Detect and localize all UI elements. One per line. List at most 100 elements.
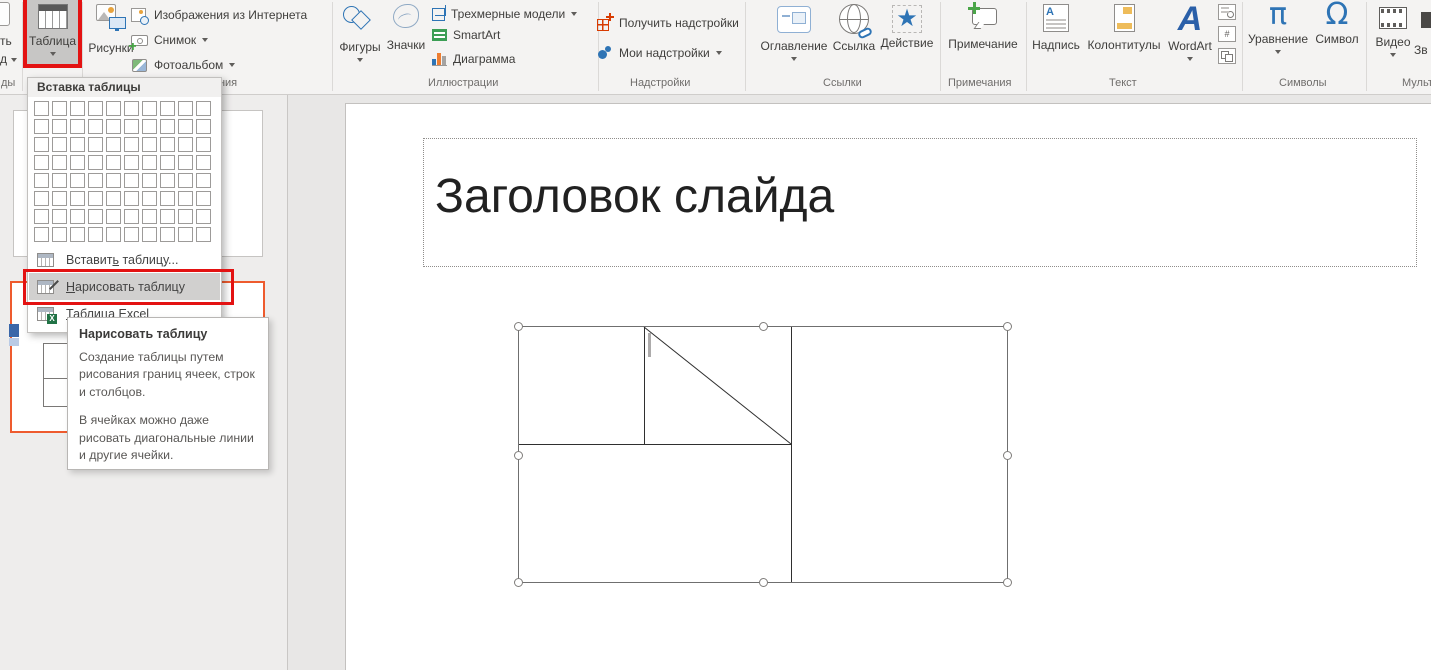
action-button[interactable]: ★ Действие: [878, 0, 936, 72]
table-size-cell[interactable]: [196, 227, 211, 242]
table-size-cell[interactable]: [196, 119, 211, 134]
table-size-cell[interactable]: [124, 101, 139, 116]
table-size-cell[interactable]: [34, 191, 49, 206]
date-time-icon[interactable]: [1218, 4, 1236, 20]
title-placeholder[interactable]: Заголовок слайда: [423, 138, 1417, 267]
table-size-cell[interactable]: [88, 101, 103, 116]
table-size-cell[interactable]: [34, 173, 49, 188]
3d-models-button[interactable]: Трехмерные модели: [432, 5, 577, 23]
table-size-cell[interactable]: [160, 101, 175, 116]
resize-handle-se[interactable]: [1003, 578, 1012, 587]
table-size-cell[interactable]: [34, 155, 49, 170]
wordart-button[interactable]: A WordArt: [1164, 0, 1216, 72]
table-size-cell[interactable]: [52, 227, 67, 242]
table-size-cell[interactable]: [88, 209, 103, 224]
audio-icon[interactable]: [1421, 12, 1431, 28]
table-size-cell[interactable]: [160, 173, 175, 188]
text-box-button[interactable]: A Надпись: [1028, 0, 1084, 72]
table-size-cell[interactable]: [124, 119, 139, 134]
get-addins-button[interactable]: Получить надстройки: [597, 14, 739, 32]
comment-button[interactable]: Примечание: [943, 0, 1023, 72]
icons-button[interactable]: Значки: [384, 0, 428, 72]
table-size-cell[interactable]: [178, 119, 193, 134]
table-size-cell[interactable]: [70, 155, 85, 170]
symbol-button[interactable]: Ω Символ: [1312, 0, 1362, 72]
table-size-cell[interactable]: [70, 173, 85, 188]
table-size-cell[interactable]: [142, 209, 157, 224]
table-size-cell[interactable]: [142, 119, 157, 134]
table-size-cell[interactable]: [142, 137, 157, 152]
table-size-cell[interactable]: [178, 227, 193, 242]
zoom-button[interactable]: Оглавление: [752, 0, 836, 72]
table-size-cell[interactable]: [34, 101, 49, 116]
table-size-cell[interactable]: [196, 209, 211, 224]
resize-handle-nw[interactable]: [514, 322, 523, 331]
table-size-cell[interactable]: [70, 137, 85, 152]
table-size-cell[interactable]: [106, 191, 121, 206]
table-size-cell[interactable]: [196, 101, 211, 116]
table-size-cell[interactable]: [70, 209, 85, 224]
table-size-cell[interactable]: [52, 209, 67, 224]
table-size-cell[interactable]: [142, 227, 157, 242]
table-size-cell[interactable]: [106, 137, 121, 152]
header-footer-button[interactable]: Колонтитулы: [1085, 0, 1163, 72]
table-size-cell[interactable]: [160, 227, 175, 242]
table-size-cell[interactable]: [178, 209, 193, 224]
smartart-button[interactable]: SmartArt: [432, 26, 500, 44]
object-icon[interactable]: [1218, 48, 1236, 64]
resize-handle-n[interactable]: [759, 322, 768, 331]
photo-album-button[interactable]: Фотоальбом: [131, 56, 235, 74]
shapes-button[interactable]: Фигуры: [337, 0, 383, 72]
pictures-button[interactable]: Рисунки: [84, 0, 138, 72]
resize-handle-ne[interactable]: [1003, 322, 1012, 331]
table-size-cell[interactable]: [178, 191, 193, 206]
table-size-cell[interactable]: [70, 119, 85, 134]
table-size-cell[interactable]: [196, 191, 211, 206]
table-size-cell[interactable]: [124, 209, 139, 224]
table-size-cell[interactable]: [178, 101, 193, 116]
table-size-cell[interactable]: [178, 173, 193, 188]
table-size-cell[interactable]: [160, 191, 175, 206]
table-size-cell[interactable]: [124, 155, 139, 170]
resize-handle-sw[interactable]: [514, 578, 523, 587]
table-size-cell[interactable]: [106, 227, 121, 242]
table-size-cell[interactable]: [70, 191, 85, 206]
table-size-cell[interactable]: [52, 191, 67, 206]
table-size-cell[interactable]: [106, 209, 121, 224]
table-size-cell[interactable]: [34, 137, 49, 152]
slide-number-icon[interactable]: #: [1218, 26, 1236, 42]
link-button[interactable]: Ссылка: [830, 0, 878, 72]
table-size-cell[interactable]: [88, 173, 103, 188]
table-size-cell[interactable]: [142, 191, 157, 206]
table-size-cell[interactable]: [124, 227, 139, 242]
table-size-cell[interactable]: [88, 191, 103, 206]
chart-button[interactable]: Диаграмма: [432, 50, 515, 68]
table-size-cell[interactable]: [124, 137, 139, 152]
table-size-cell[interactable]: [52, 137, 67, 152]
table-size-cell[interactable]: [196, 173, 211, 188]
table-size-cell[interactable]: [52, 101, 67, 116]
table-size-cell[interactable]: [106, 173, 121, 188]
new-slide-button-fragment[interactable]: ть: [0, 34, 12, 48]
table-size-cell[interactable]: [142, 155, 157, 170]
table-size-cell[interactable]: [106, 155, 121, 170]
audio-label-fragment[interactable]: Зв: [1414, 43, 1428, 57]
table-size-cell[interactable]: [70, 227, 85, 242]
table-size-cell[interactable]: [124, 173, 139, 188]
resize-handle-e[interactable]: [1003, 451, 1012, 460]
table-size-cell[interactable]: [34, 209, 49, 224]
resize-handle-w[interactable]: [514, 451, 523, 460]
equation-button[interactable]: π Уравнение: [1246, 0, 1310, 72]
table-size-cell[interactable]: [88, 119, 103, 134]
table-size-cell[interactable]: [160, 119, 175, 134]
online-pictures-button[interactable]: Изображения из Интернета: [131, 6, 307, 24]
table-size-cell[interactable]: [52, 173, 67, 188]
table-size-cell[interactable]: [142, 173, 157, 188]
table-size-cell[interactable]: [34, 119, 49, 134]
table-size-cell[interactable]: [178, 155, 193, 170]
table-size-cell[interactable]: [196, 137, 211, 152]
new-slide-icon[interactable]: [0, 2, 10, 26]
table-size-cell[interactable]: [88, 227, 103, 242]
table-size-cell[interactable]: [124, 191, 139, 206]
table-size-cell[interactable]: [142, 101, 157, 116]
